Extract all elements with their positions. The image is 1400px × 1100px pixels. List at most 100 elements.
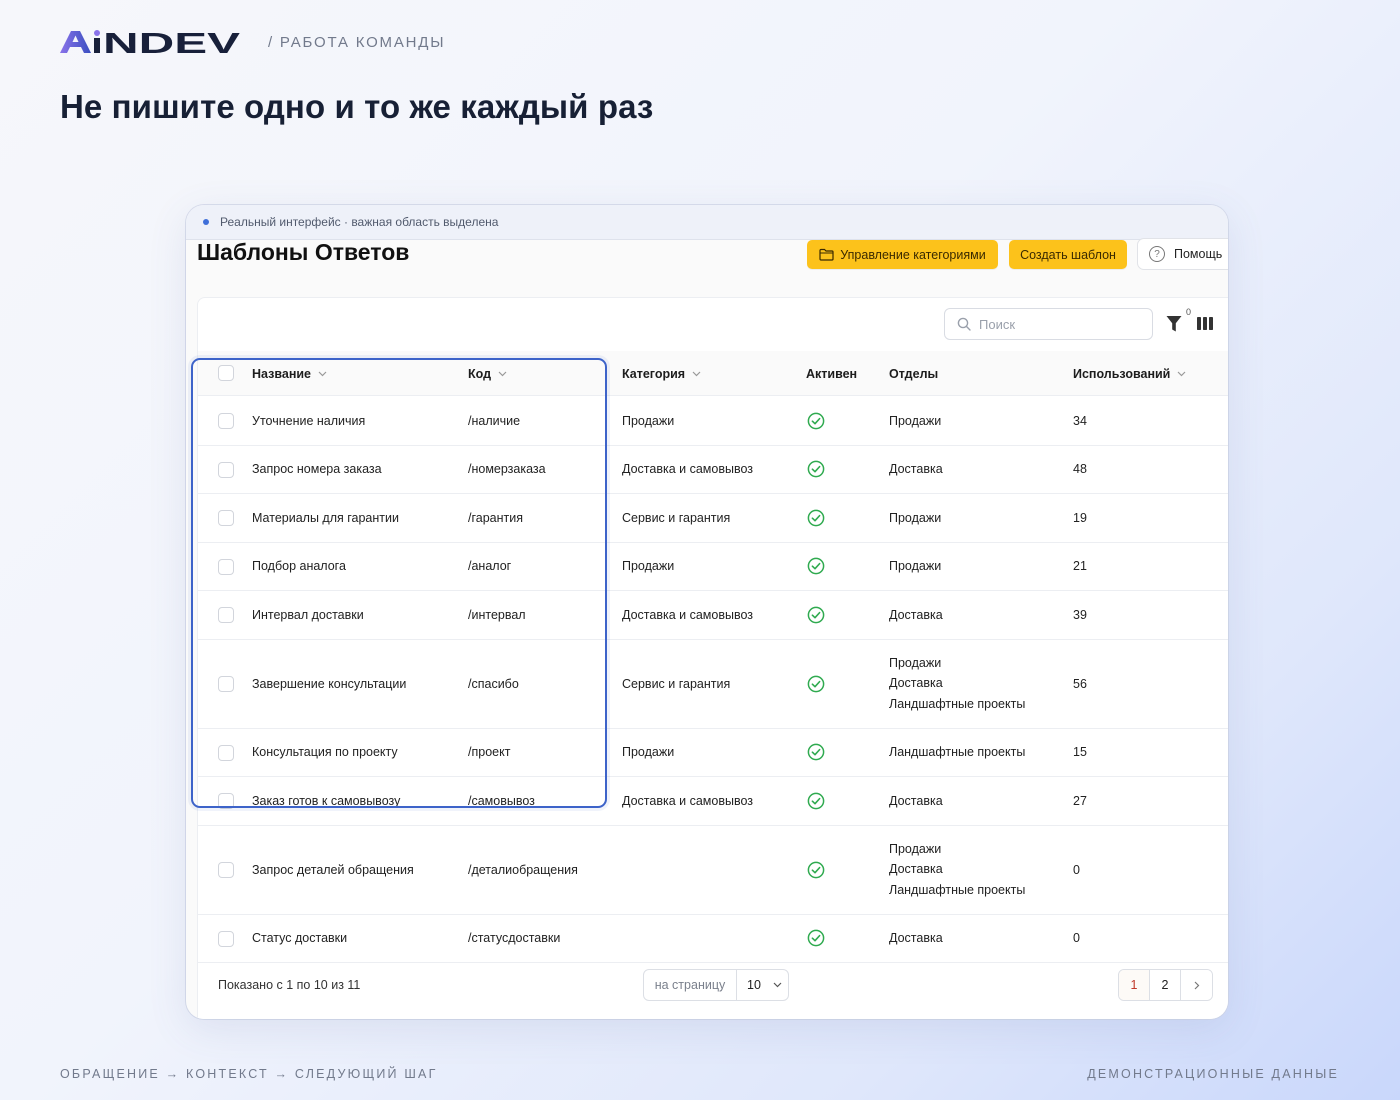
table-row[interactable]: Запрос номера заказа/номерзаказа Доставка… — [198, 446, 1228, 494]
check-circle-icon — [807, 861, 825, 878]
active-status — [807, 640, 825, 728]
next-page-button[interactable] — [1181, 970, 1212, 1000]
check-circle-icon — [807, 606, 825, 624]
template-name: Заказ готов к самовывозу — [252, 793, 401, 808]
table-row[interactable]: Запрос деталей обращения/деталиобращения… — [198, 826, 1228, 915]
department-tag: Продажи — [889, 655, 942, 670]
row-checkbox[interactable] — [218, 607, 234, 624]
template-category: Продажи — [622, 413, 675, 428]
column-header-name[interactable]: Название — [252, 351, 327, 396]
column-header-usage[interactable]: Использований — [1073, 351, 1186, 396]
manage-categories-button[interactable]: Управление категориями — [807, 240, 998, 269]
filter-icon[interactable] — [1166, 315, 1182, 333]
template-name: Завершение консультации — [252, 676, 407, 691]
table-row[interactable]: Уточнение наличия/наличие Продажи Продажи 3… — [198, 397, 1228, 446]
column-header-category[interactable]: Категория — [622, 351, 701, 396]
column-header-code[interactable]: Код — [468, 351, 507, 396]
department-tag: Ландшафтные проекты — [889, 882, 1026, 897]
chevron-down-icon — [692, 371, 701, 376]
template-name: Интервал доставки — [252, 607, 364, 622]
template-departments: Доставка — [889, 591, 943, 639]
per-page-label: на страницу — [644, 970, 737, 1000]
page-title: Шаблоны Ответов — [197, 239, 410, 265]
active-status — [807, 777, 825, 825]
active-status — [807, 729, 825, 777]
folder-icon — [819, 248, 834, 261]
check-circle-icon — [807, 792, 825, 810]
pagination-summary: Показано с 1 по 10 из 11 — [218, 978, 361, 992]
row-checkbox[interactable] — [218, 862, 234, 878]
search-icon — [957, 317, 971, 331]
department-tag: Доставка — [889, 607, 943, 622]
search-placeholder: Поиск — [979, 316, 1016, 332]
search-input[interactable]: Поиск — [944, 308, 1153, 340]
usage-count: 56 — [1073, 676, 1087, 691]
footer-demo-caption: ДЕМОНСТРАЦИОННЫЕ ДАННЫЕ — [1087, 1067, 1339, 1081]
template-code: /интервал — [468, 607, 526, 622]
template-name: Запрос номера заказа — [252, 462, 382, 477]
row-checkbox[interactable] — [218, 676, 234, 692]
row-checkbox[interactable] — [218, 413, 234, 430]
department-tag: Продажи — [889, 559, 942, 573]
table-row[interactable]: Статус доставки/статусдоставки Доставка 0 — [198, 915, 1228, 963]
template-departments: Продажи — [889, 543, 941, 591]
table-row[interactable]: Материалы для гарантии/гарантия Сервис и … — [198, 494, 1228, 543]
manage-categories-label: Управление категориями — [840, 247, 986, 262]
table-row[interactable]: Завершение консультации/спасибо Сервис и … — [198, 640, 1228, 729]
page-button-1[interactable]: 1 — [1119, 970, 1150, 1000]
department-tag: Доставка — [889, 793, 943, 808]
template-code: /проект — [468, 745, 511, 760]
filter-count-badge: 0 — [1186, 307, 1192, 317]
row-checkbox[interactable] — [218, 930, 234, 947]
pagination: 1 2 — [1118, 969, 1213, 1001]
help-label: Помощь — [1174, 247, 1223, 261]
help-button[interactable]: ? Помощь — [1137, 238, 1228, 270]
per-page-value[interactable]: 10 — [737, 978, 788, 992]
check-circle-icon — [807, 460, 825, 478]
template-departments: Доставка — [889, 915, 943, 963]
template-code: /аналог — [468, 559, 512, 574]
template-name: Уточнение наличия — [252, 413, 366, 428]
row-checkbox[interactable] — [218, 793, 234, 810]
template-departments: Доставка — [889, 777, 943, 825]
create-template-button[interactable]: Создать шаблон — [1009, 240, 1127, 269]
template-category: Продажи — [622, 559, 675, 574]
aindev-logo: NDEV — [60, 30, 240, 54]
template-code: /самовывоз — [468, 793, 535, 808]
table-row[interactable]: Интервал доставки/интервал Доставка и сам… — [198, 591, 1228, 640]
row-checkbox[interactable] — [218, 558, 234, 575]
page-button-2[interactable]: 2 — [1150, 970, 1181, 1000]
page-headline: Не пишите одно и то же каждый раз — [60, 88, 654, 125]
template-departments: Продажи Доставка Ландшафтные проекты — [889, 826, 1025, 914]
template-departments: Ландшафтные проекты — [889, 729, 1025, 777]
columns-icon[interactable] — [1197, 317, 1213, 330]
chevron-down-icon — [773, 982, 782, 988]
check-circle-icon — [807, 675, 825, 692]
active-status — [807, 591, 825, 639]
check-circle-icon — [807, 743, 825, 761]
template-name: Консультация по проекту — [252, 745, 398, 760]
usage-count: 27 — [1073, 793, 1087, 808]
table-row[interactable]: Консультация по проекту/проект Продажи Лан… — [198, 729, 1228, 777]
check-circle-icon — [807, 509, 825, 527]
row-checkbox[interactable] — [218, 510, 234, 527]
usage-count: 21 — [1073, 559, 1087, 574]
per-page-select[interactable]: на страницу 10 — [643, 969, 789, 1001]
breadcrumb: / РАБОТА КОМАНДЫ — [268, 34, 446, 51]
svg-text:NDEV: NDEV — [103, 30, 240, 54]
usage-count: 48 — [1073, 462, 1087, 477]
row-checkbox[interactable] — [218, 744, 234, 761]
active-status — [807, 915, 825, 963]
template-code: /гарантия — [468, 510, 523, 525]
department-tag: Продажи — [889, 841, 942, 856]
notice-dot-icon — [203, 219, 209, 225]
usage-count: 34 — [1073, 413, 1087, 428]
department-tag: Ландшафтные проекты — [889, 745, 1026, 759]
table-row[interactable]: Подбор аналога/аналог Продажи Продажи 21 — [198, 543, 1228, 591]
department-tag: Продажи — [889, 413, 942, 428]
department-tag: Доставка — [889, 862, 943, 877]
table-row[interactable]: Заказ готов к самовывозу/самовывоз Достав… — [198, 777, 1228, 826]
row-checkbox[interactable] — [218, 461, 234, 478]
select-all-checkbox[interactable] — [218, 365, 234, 381]
template-departments: Продажи — [889, 397, 941, 445]
